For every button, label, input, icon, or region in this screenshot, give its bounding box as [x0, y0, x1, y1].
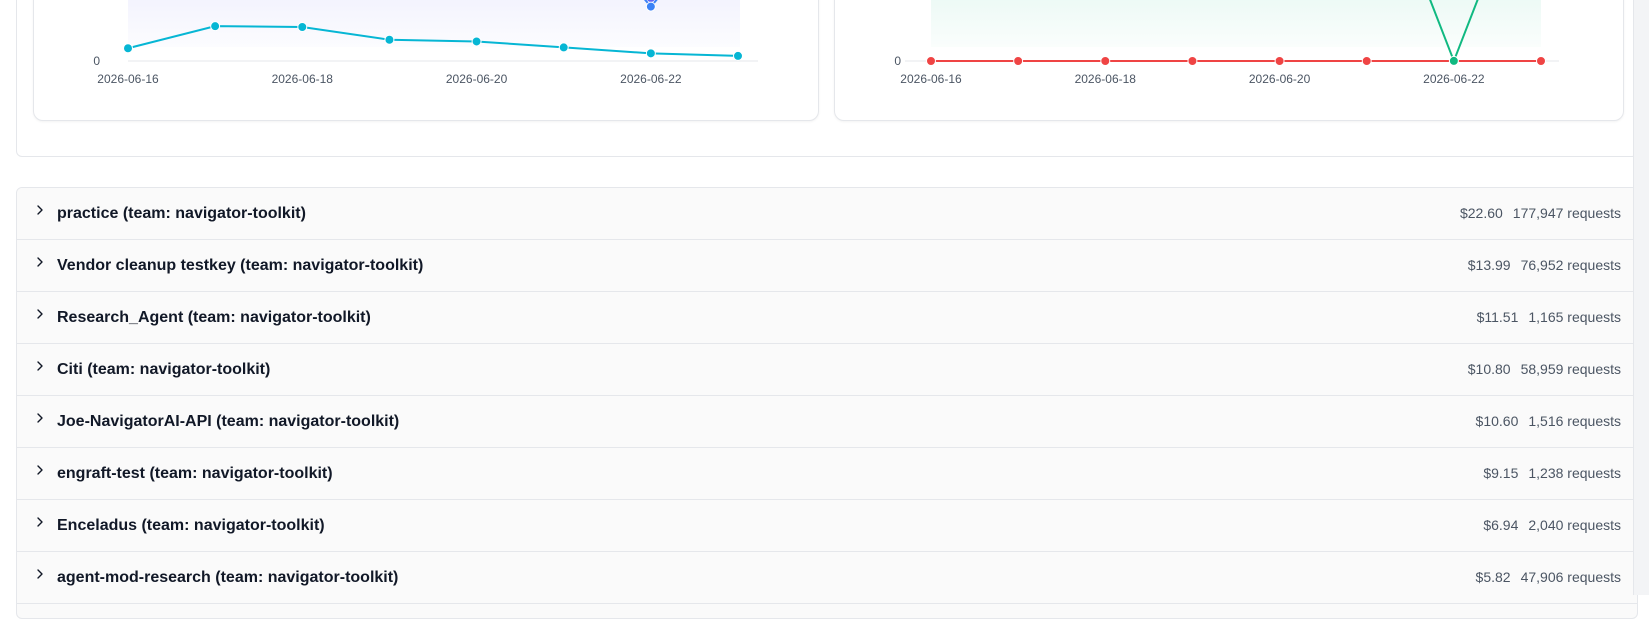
y-tick-label: 0 — [894, 54, 901, 68]
key-name: practice (team: navigator-toolkit) — [57, 205, 306, 223]
key-row[interactable]: Vendor cleanup testkey (team: navigator-… — [17, 240, 1637, 292]
key-requests: 1,516 requests — [1528, 413, 1621, 429]
key-cost: $10.60 — [1476, 413, 1519, 429]
key-requests: 58,959 requests — [1521, 361, 1621, 377]
data-point[interactable] — [298, 23, 307, 32]
key-name: Citi (team: navigator-toolkit) — [57, 361, 270, 379]
key-requests: 1,238 requests — [1528, 465, 1621, 481]
data-point[interactable] — [1362, 56, 1371, 65]
data-point[interactable] — [559, 43, 568, 52]
y-tick-label: 0 — [93, 54, 100, 68]
chevron-right-icon[interactable] — [34, 360, 46, 372]
data-point[interactable] — [124, 44, 133, 53]
key-row[interactable]: practice (team: navigator-toolkit) $22.60… — [17, 188, 1637, 240]
key-name: engraft-test (team: navigator-toolkit) — [57, 465, 333, 483]
key-cost: $6.94 — [1483, 517, 1518, 533]
chart-card-tokens: 80.00M02026-06-162026-06-182026-06-20202… — [33, 0, 819, 121]
key-stats: $10.80 58,959 requests — [1468, 361, 1621, 377]
key-name: agent-mod-research (team: navigator-tool… — [57, 569, 398, 587]
key-row[interactable]: Joe-NavigatorAI-API (team: navigator-too… — [17, 396, 1637, 448]
key-requests: 177,947 requests — [1513, 205, 1621, 221]
data-point[interactable] — [211, 22, 220, 31]
key-name: Joe-NavigatorAI-API (team: navigator-too… — [57, 413, 399, 431]
key-row[interactable]: Research_Agent (team: navigator-toolkit)… — [17, 292, 1637, 344]
key-stats: $13.99 76,952 requests — [1468, 257, 1621, 273]
key-stats: $22.60 177,947 requests — [1460, 205, 1621, 221]
api-keys-list: practice (team: navigator-toolkit) $22.60… — [16, 187, 1638, 619]
scrollbar[interactable] — [1633, 0, 1649, 595]
data-point[interactable] — [1101, 56, 1110, 65]
data-point[interactable] — [646, 49, 655, 58]
data-point[interactable] — [734, 51, 743, 60]
key-stats: $5.82 47,906 requests — [1476, 569, 1621, 585]
chevron-right-icon[interactable] — [34, 308, 46, 320]
data-point[interactable] — [1537, 56, 1546, 65]
x-tick-label: 2026-06-16 — [97, 72, 159, 86]
key-requests: 1,165 requests — [1528, 309, 1621, 325]
data-point[interactable] — [472, 37, 481, 46]
key-stats: $11.51 1,165 requests — [1477, 309, 1621, 325]
key-row[interactable]: agent-mod-research (team: navigator-tool… — [17, 552, 1637, 604]
data-point[interactable] — [385, 35, 394, 44]
key-name: Enceladus (team: navigator-toolkit) — [57, 517, 325, 535]
key-stats: $10.60 1,516 requests — [1476, 413, 1621, 429]
key-stats: $6.94 2,040 requests — [1483, 517, 1621, 533]
data-point[interactable] — [1275, 56, 1284, 65]
x-tick-label: 2026-06-22 — [620, 72, 682, 86]
data-point[interactable] — [1188, 56, 1197, 65]
x-tick-label: 2026-06-20 — [446, 72, 508, 86]
chart-requests: 35,00002026-06-162026-06-182026-06-20202… — [835, 0, 1623, 120]
key-cost: $22.60 — [1460, 205, 1503, 221]
x-tick-label: 2026-06-20 — [1249, 72, 1311, 86]
key-name: Research_Agent (team: navigator-toolkit) — [57, 309, 371, 327]
chevron-right-icon[interactable] — [34, 516, 46, 528]
x-tick-label: 2026-06-22 — [1423, 72, 1485, 86]
key-requests: 2,040 requests — [1528, 517, 1621, 533]
key-row[interactable]: engraft-test (team: navigator-toolkit) $9… — [17, 448, 1637, 500]
x-tick-label: 2026-06-18 — [272, 72, 334, 86]
key-cost: $5.82 — [1476, 569, 1511, 585]
data-point[interactable] — [646, 2, 655, 11]
key-row[interactable]: Enceladus (team: navigator-toolkit) $6.94… — [17, 500, 1637, 552]
chevron-right-icon[interactable] — [34, 204, 46, 216]
chevron-right-icon[interactable] — [34, 412, 46, 424]
data-point[interactable] — [927, 56, 936, 65]
key-cost: $9.15 — [1483, 465, 1518, 481]
x-tick-label: 2026-06-18 — [1075, 72, 1137, 86]
key-cost: $11.51 — [1477, 309, 1519, 325]
data-point[interactable] — [1449, 56, 1458, 65]
key-cost: $10.80 — [1468, 361, 1511, 377]
key-cost: $13.99 — [1468, 257, 1511, 273]
key-requests: 47,906 requests — [1521, 569, 1621, 585]
chevron-right-icon[interactable] — [34, 464, 46, 476]
data-point[interactable] — [1014, 56, 1023, 65]
key-name: Vendor cleanup testkey (team: navigator-… — [57, 257, 423, 275]
key-requests: 76,952 requests — [1521, 257, 1621, 273]
area-band — [931, 0, 1541, 47]
chevron-right-icon[interactable] — [34, 256, 46, 268]
chart-card-requests: 35,00002026-06-162026-06-182026-06-20202… — [834, 0, 1624, 121]
chart-tokens: 80.00M02026-06-162026-06-182026-06-20202… — [34, 0, 818, 120]
chevron-right-icon[interactable] — [34, 568, 46, 580]
x-tick-label: 2026-06-16 — [900, 72, 962, 86]
key-stats: $9.15 1,238 requests — [1483, 465, 1621, 481]
key-row[interactable]: Citi (team: navigator-toolkit) $10.80 58,9… — [17, 344, 1637, 396]
charts-panel: 80.00M02026-06-162026-06-182026-06-20202… — [16, 0, 1638, 157]
